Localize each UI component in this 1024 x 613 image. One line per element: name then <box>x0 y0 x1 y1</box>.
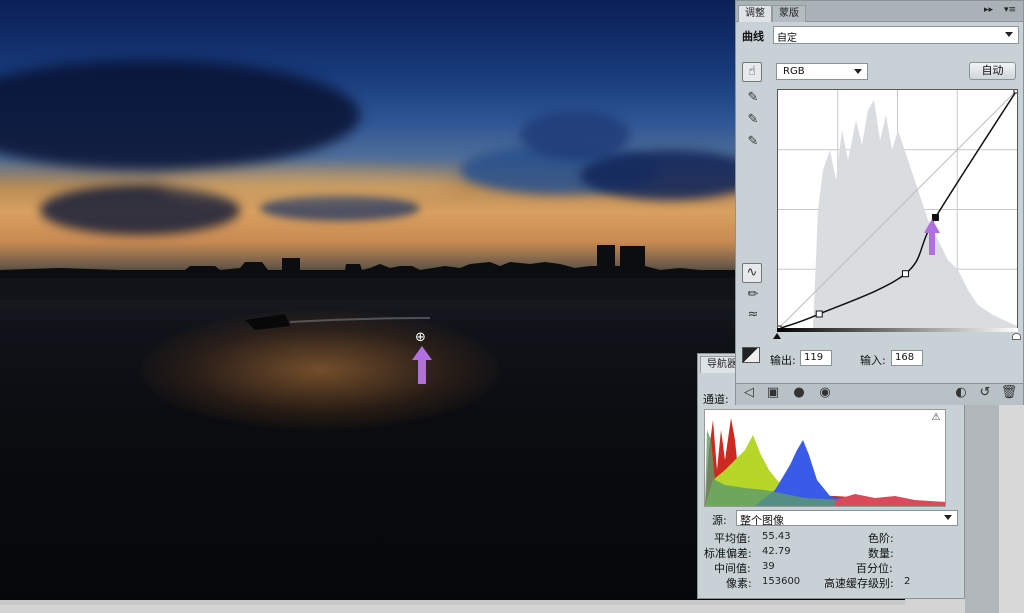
output-value: 119 <box>804 352 824 363</box>
curve-point[interactable] <box>1013 86 1021 94</box>
chevron-down-icon <box>944 515 952 520</box>
pixels-value: 153600 <box>762 576 801 587</box>
output-label: 输出: <box>770 354 796 367</box>
panel-dock-edge <box>965 405 999 613</box>
white-eyedropper-icon[interactable]: ✎ <box>744 133 762 151</box>
back-icon[interactable]: ◁ <box>740 384 758 402</box>
level-label: 色阶: <box>868 532 894 545</box>
preset-value: 自定 <box>777 33 797 44</box>
collapse-icon[interactable]: ▸▸ <box>984 5 993 15</box>
std-label: 标准偏差: <box>704 547 752 560</box>
arrow-up-icon <box>412 346 432 384</box>
chevron-down-icon <box>854 68 862 74</box>
auto-button[interactable]: 自动 <box>969 62 1016 80</box>
channel-value: RGB <box>783 66 805 77</box>
tab-adjustments[interactable]: 调整 <box>738 5 772 22</box>
channel-select[interactable]: RGB <box>776 63 868 80</box>
median-label: 中间值: <box>714 562 751 575</box>
source-value: 整个图像 <box>740 514 784 527</box>
percentile-label: 百分位: <box>856 562 893 575</box>
smooth-icon[interactable]: ≈ <box>744 306 762 324</box>
clip-layer-icon[interactable]: ● <box>790 384 808 402</box>
input-field[interactable]: 168 <box>891 350 923 366</box>
on-image-adjust-icon[interactable]: ☝ <box>742 62 762 82</box>
mean-value: 55.43 <box>762 531 791 542</box>
panel-dock-border <box>999 405 1024 613</box>
canvas-edge <box>0 600 905 605</box>
clipping-icon[interactable] <box>742 347 760 363</box>
histogram-graph <box>704 409 946 507</box>
pencil-icon[interactable]: ✏ <box>744 286 762 304</box>
std-value: 42.79 <box>762 546 791 557</box>
tab-masks[interactable]: 蒙版 <box>772 5 806 22</box>
black-point-slider[interactable] <box>773 333 781 339</box>
mean-label: 平均值: <box>714 532 751 545</box>
chevron-down-icon <box>1005 32 1013 37</box>
median-value: 39 <box>762 561 775 572</box>
expand-view-icon[interactable]: ▣ <box>764 384 782 402</box>
white-point-slider[interactable] <box>1012 333 1021 340</box>
delete-icon[interactable]: 🗑 <box>1000 384 1018 402</box>
curve-point-tool-icon[interactable]: ∿ <box>742 263 762 283</box>
reset-icon[interactable]: ↺ <box>976 384 994 402</box>
view-previous-icon[interactable]: ◐ <box>952 384 970 402</box>
black-eyedropper-icon[interactable]: ✎ <box>744 89 762 107</box>
preset-label: 曲线 <box>742 30 764 43</box>
source-label: 源: <box>712 514 727 527</box>
warning-icon[interactable]: ⚠ <box>930 412 942 424</box>
curves-graph[interactable] <box>774 86 1021 333</box>
curve-point[interactable] <box>901 270 909 278</box>
input-gradient <box>777 328 1018 332</box>
source-select[interactable]: 整个图像 <box>736 510 958 527</box>
output-field[interactable]: 119 <box>800 350 832 366</box>
channel-label: 通道: <box>703 393 729 406</box>
count-label: 数量: <box>868 547 894 560</box>
histogram-silhouette <box>813 100 1017 329</box>
panel-menu-icon[interactable]: ▾≡ <box>1004 5 1016 15</box>
preset-select[interactable]: 自定 <box>773 26 1019 44</box>
pixels-label: 像素: <box>726 577 752 590</box>
adjustments-panel: 调整 蒙版 ▸▸ ▾≡ 曲线 自定 ☝ RGB 自动 ✎ ✎ ✎ ∿ ✏ ≈ 输… <box>735 0 1024 405</box>
visibility-eye-icon[interactable]: ◉ <box>816 384 834 402</box>
cache-value: 2 <box>904 576 911 587</box>
input-label: 输入: <box>860 354 886 367</box>
cache-label: 高速缓存级别: <box>824 577 894 590</box>
curve-point[interactable] <box>815 310 823 318</box>
input-value: 168 <box>895 352 915 363</box>
gray-eyedropper-icon[interactable]: ✎ <box>744 111 762 129</box>
eyedropper-cursor-icon: ⊕ <box>415 330 426 345</box>
arrow-up-icon <box>924 219 940 255</box>
